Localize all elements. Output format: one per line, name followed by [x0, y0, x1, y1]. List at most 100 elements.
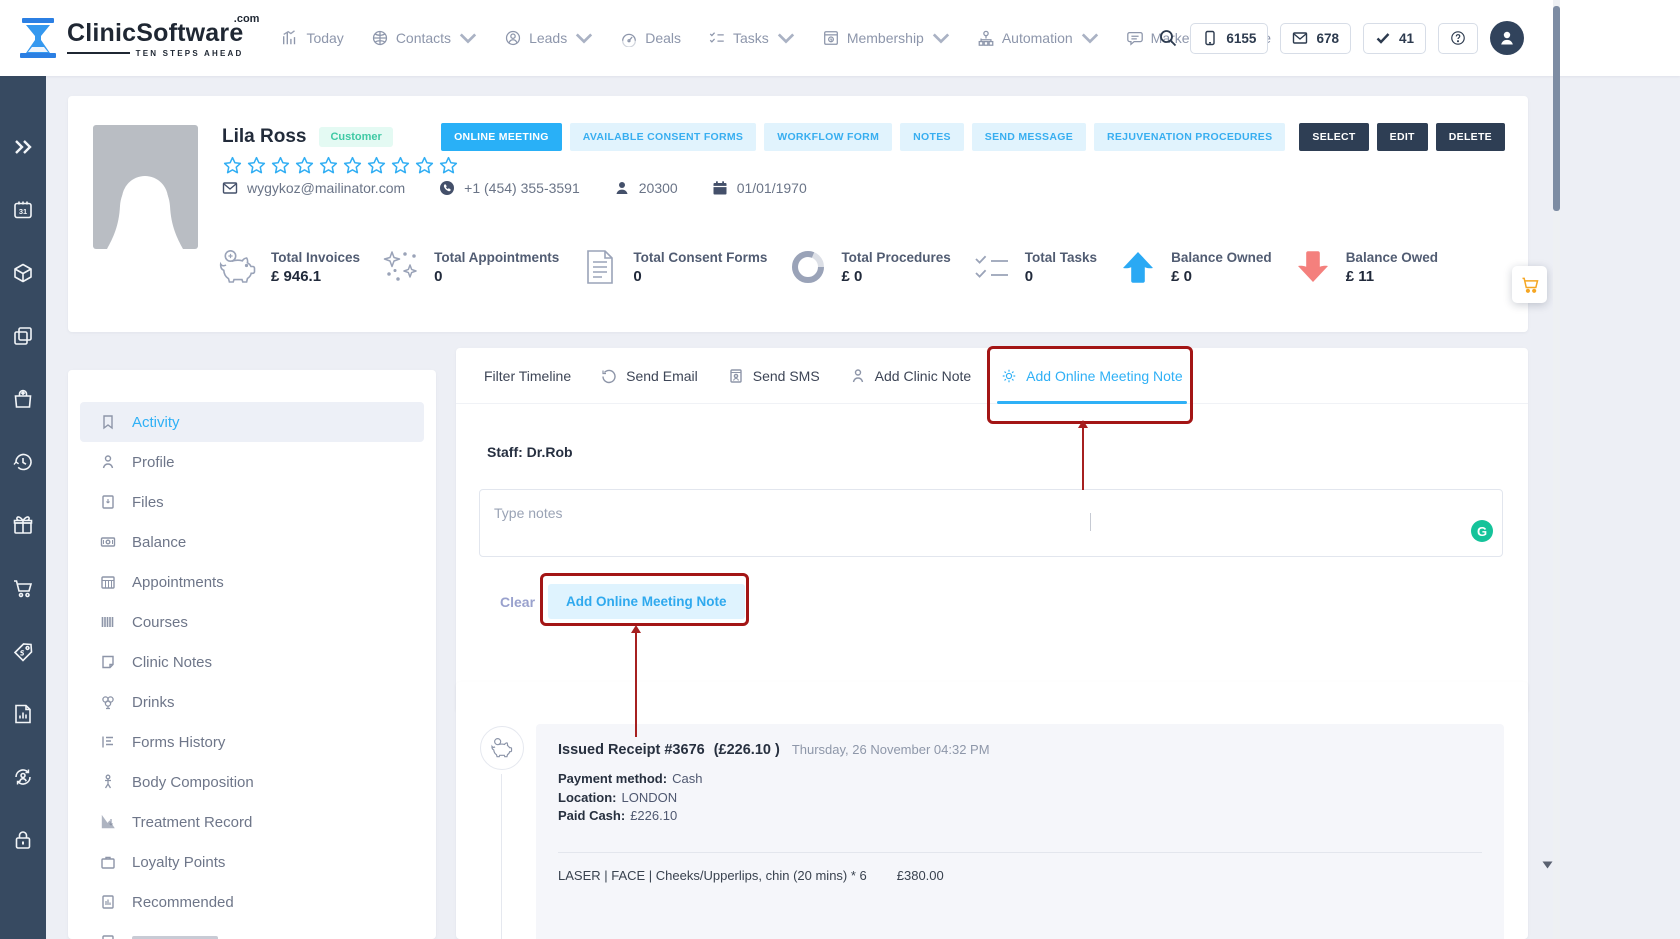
- customer-status-badge: Customer: [319, 127, 392, 147]
- help-button[interactable]: [1438, 23, 1478, 54]
- consent-form-icon: [580, 248, 620, 286]
- menu-item-drinks[interactable]: Drinks: [80, 682, 424, 722]
- menu-item-body-composition[interactable]: Body Composition: [80, 762, 424, 802]
- chevron-down-icon: [777, 29, 795, 47]
- staff-label: Staff: Dr.Rob: [487, 444, 573, 460]
- receipt-field: Payment method:Cash: [558, 770, 1482, 789]
- trend-icon: [100, 814, 116, 830]
- tab-add-online-meeting-note[interactable]: Add Online Meeting Note: [1001, 348, 1182, 404]
- tab-send-email[interactable]: Send Email: [601, 348, 698, 404]
- membership-icon: [822, 29, 840, 47]
- scrollbar-thumb[interactable]: [1553, 6, 1560, 211]
- add-online-meeting-note-button[interactable]: Add Online Meeting Note: [548, 584, 745, 619]
- menu-item-loyalty-points[interactable]: Loyalty Points: [80, 842, 424, 882]
- customer-actions: ONLINE MEETING AVAILABLE CONSENT FORMS W…: [441, 123, 1505, 151]
- tasks-counter-button[interactable]: 41: [1363, 23, 1426, 54]
- envelope-icon: [222, 180, 238, 196]
- star-icon[interactable]: [390, 155, 411, 176]
- stat-balance-owned: Balance Owned£ 0: [1118, 248, 1272, 286]
- star-icon[interactable]: [342, 155, 363, 176]
- rejuvenation-procedures-button[interactable]: REJUVENATION PROCEDURES: [1094, 123, 1285, 151]
- gift-icon[interactable]: [12, 514, 34, 536]
- star-icon[interactable]: [270, 155, 291, 176]
- grammarly-icon[interactable]: G: [1471, 520, 1493, 542]
- nav-item-leads[interactable]: Leads: [504, 29, 593, 47]
- menu-item-forms-history[interactable]: Forms History: [80, 722, 424, 762]
- menu-item-appointments[interactable]: Appointments: [80, 562, 424, 602]
- price-tag-icon[interactable]: [12, 640, 34, 662]
- email-counter-button[interactable]: 678: [1280, 23, 1351, 54]
- menu-item-files[interactable]: Files: [80, 482, 424, 522]
- menu-item-balance[interactable]: Balance: [80, 522, 424, 562]
- cart-icon[interactable]: [12, 577, 34, 599]
- timeline-entry-receipt[interactable]: Issued Receipt #3676 (£226.10 ) Thursday…: [536, 724, 1504, 939]
- customer-email[interactable]: wygykoz@mailinator.com: [222, 180, 405, 196]
- clear-button[interactable]: Clear: [500, 594, 535, 610]
- menu-item-profile[interactable]: Profile: [80, 442, 424, 482]
- customer-stats: Total Invoices£ 946.1 Total Appointments…: [218, 248, 1438, 286]
- menu-item-activity[interactable]: Activity: [80, 402, 424, 442]
- chart-icon: [281, 29, 299, 47]
- select-button[interactable]: SELECT: [1299, 123, 1368, 151]
- notes-textarea[interactable]: [479, 489, 1503, 557]
- envelope-icon: [1292, 30, 1308, 46]
- menu-item-clinic-notes[interactable]: Clinic Notes: [80, 642, 424, 682]
- menu-item-recommended[interactable]: Recommended: [80, 882, 424, 922]
- tab-send-sms[interactable]: Send SMS: [728, 348, 820, 404]
- nav-item-today[interactable]: Today: [281, 29, 343, 47]
- arrow-down-icon: [1293, 248, 1333, 286]
- chevron-down-icon: [932, 29, 950, 47]
- phone-counter-button[interactable]: 6155: [1190, 23, 1268, 54]
- delete-button[interactable]: DELETE: [1436, 123, 1505, 151]
- customer-phone[interactable]: +1 (454) 355-3591: [439, 180, 580, 196]
- menu-item-clipped[interactable]: [80, 922, 424, 939]
- history-icon[interactable]: [12, 451, 34, 473]
- question-icon: [1450, 30, 1466, 46]
- chevron-down-icon: [575, 29, 593, 47]
- star-icon[interactable]: [366, 155, 387, 176]
- available-consent-forms-button[interactable]: AVAILABLE CONSENT FORMS: [570, 123, 757, 151]
- contacts-icon: [371, 29, 389, 47]
- star-icon[interactable]: [294, 155, 315, 176]
- star-icon[interactable]: [246, 155, 267, 176]
- star-icon[interactable]: [318, 155, 339, 176]
- text-cursor: [1090, 513, 1091, 531]
- edit-button[interactable]: EDIT: [1377, 123, 1428, 151]
- scroll-down-icon[interactable]: [1542, 861, 1553, 869]
- app-logo[interactable]: ClinicSoftware .com TEN STEPS AHEAD: [18, 16, 257, 60]
- copy-icon[interactable]: [12, 325, 34, 347]
- user-sync-icon[interactable]: [12, 766, 34, 788]
- tab-add-clinic-note[interactable]: Add Clinic Note: [850, 348, 972, 404]
- receipt-field: Paid Cash:£226.10: [558, 807, 1482, 826]
- calendar-icon[interactable]: 31: [12, 199, 34, 221]
- nav-item-membership[interactable]: Membership: [822, 29, 950, 47]
- online-meeting-button[interactable]: ONLINE MEETING: [441, 123, 562, 151]
- customer-summary-card: Lila Ross Customer wygykoz@mailinator.co…: [68, 96, 1528, 332]
- star-icon[interactable]: [438, 155, 459, 176]
- report-icon[interactable]: [12, 703, 34, 725]
- menu-item-courses[interactable]: Courses: [80, 602, 424, 642]
- workflow-form-button[interactable]: WORKFLOW FORM: [764, 123, 892, 151]
- cube-icon[interactable]: [12, 262, 34, 284]
- checklist-icon: [972, 248, 1012, 286]
- menu-item-treatment-record[interactable]: Treatment Record: [80, 802, 424, 842]
- nav-item-contacts[interactable]: Contacts: [371, 29, 477, 47]
- send-message-button[interactable]: SEND MESSAGE: [972, 123, 1086, 151]
- star-icon[interactable]: [414, 155, 435, 176]
- nav-item-automation[interactable]: Automation: [977, 29, 1099, 47]
- account-avatar-button[interactable]: [1490, 21, 1524, 55]
- nav-item-deals[interactable]: Deals: [620, 29, 681, 47]
- bag-download-icon[interactable]: [12, 388, 34, 410]
- star-icon[interactable]: [222, 155, 243, 176]
- piggy-bank-icon: [218, 248, 258, 286]
- tab-filter-timeline[interactable]: Filter Timeline: [484, 348, 571, 404]
- cart-float-button[interactable]: [1512, 266, 1547, 303]
- expand-rail-icon[interactable]: [12, 136, 34, 158]
- search-icon[interactable]: [1158, 28, 1178, 48]
- stat-total-consent-forms: Total Consent Forms0: [580, 248, 767, 286]
- notes-button[interactable]: NOTES: [900, 123, 964, 151]
- stat-total-appointments: Total Appointments0: [381, 248, 559, 286]
- nav-item-tasks[interactable]: Tasks: [708, 29, 795, 47]
- customer-id: 20300: [614, 180, 678, 196]
- lock-icon[interactable]: [12, 829, 34, 851]
